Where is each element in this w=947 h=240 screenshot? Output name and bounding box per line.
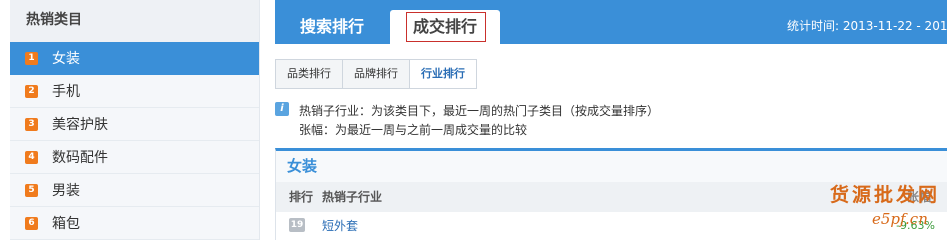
sidebar-item-mens-clothing[interactable]: 5 男装 xyxy=(10,174,259,207)
column-header-industry: 热销子行业 xyxy=(322,190,383,204)
subtab-brand-ranking[interactable]: 品牌排行 xyxy=(343,60,410,88)
rank-badge: 2 xyxy=(25,84,38,98)
category-list: 1 女装 2 手机 3 美容护肤 4 数码配件 5 男装 6 箱包 xyxy=(10,42,259,240)
info-line-change: 张幅：为最近一周与之前一周成交量的比较 xyxy=(299,123,528,137)
info-icon: i xyxy=(275,102,289,116)
sidebar-item-label: 数码配件 xyxy=(52,150,108,166)
rank-badge: 6 xyxy=(25,216,38,230)
rank-badge: 19 xyxy=(289,218,305,232)
tab-search-ranking[interactable]: 搜索排行 xyxy=(300,10,364,44)
tab-deal-ranking[interactable]: 成交排行 xyxy=(390,10,500,44)
info-line-hot-industry: 热销子行业：为该类目下，最近一周的热门子类目（按成交量排序） xyxy=(299,104,660,118)
rank-badge: 5 xyxy=(25,183,38,197)
sidebar-item-digital-accessories[interactable]: 4 数码配件 xyxy=(10,141,259,174)
column-header-rank: 排行 xyxy=(289,190,314,204)
category-sidebar: 热销类目 1 女装 2 手机 3 美容护肤 4 数码配件 5 男装 6 箱包 xyxy=(10,0,260,240)
sidebar-item-label: 箱包 xyxy=(52,216,80,232)
sidebar-item-beauty[interactable]: 3 美容护肤 xyxy=(10,108,259,141)
sidebar-item-label: 男装 xyxy=(52,183,80,199)
sidebar-item-label: 美容护肤 xyxy=(52,117,108,133)
subtab-category-ranking[interactable]: 品类排行 xyxy=(276,60,343,88)
sidebar-item-bags[interactable]: 6 箱包 xyxy=(10,207,259,240)
panel-title: 女装 xyxy=(276,151,947,182)
watermark-logo: 货源批发网 xyxy=(830,184,941,206)
sidebar-item-label: 女装 xyxy=(52,51,80,67)
ranking-tab-bar: 搜索排行 成交排行 统计时间: 2013-11-22 - 2013 xyxy=(275,0,947,44)
rank-badge: 3 xyxy=(25,117,38,131)
rank-badge: 1 xyxy=(25,51,38,65)
sidebar-title: 热销类目 xyxy=(10,0,259,42)
sidebar-item-phones[interactable]: 2 手机 xyxy=(10,75,259,108)
tab-deal-label: 成交排行 xyxy=(412,17,477,36)
ranking-subtabs: 品类排行 品牌排行 行业排行 xyxy=(275,59,477,89)
rank-badge: 4 xyxy=(25,150,38,164)
sidebar-item-womens-clothing[interactable]: 1 女装 xyxy=(10,42,259,75)
table-row: 19 短外套 -9.63% xyxy=(276,212,947,238)
watermark-site: e5pf.cn xyxy=(872,210,928,228)
industry-link[interactable]: 短外套 xyxy=(322,217,358,234)
stat-time: 统计时间: 2013-11-22 - 2013 xyxy=(787,19,947,33)
sidebar-item-label: 手机 xyxy=(52,84,80,100)
subtab-industry-ranking[interactable]: 行业排行 xyxy=(410,60,476,88)
